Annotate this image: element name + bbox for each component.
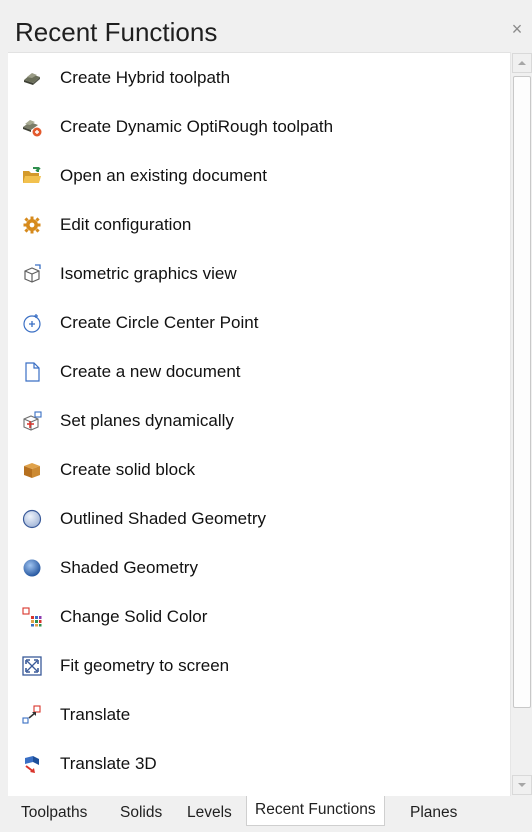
list-item-change-solid-color[interactable]: Change Solid Color [8, 592, 510, 641]
chevron-down-icon [518, 783, 526, 787]
list-item-label: Create Dynamic OptiRough toolpath [60, 116, 334, 136]
list-item-create-hybrid-toolpath[interactable]: Create Hybrid toolpath [8, 53, 510, 102]
tab-toolpaths[interactable]: Toolpaths [21, 796, 87, 826]
scrollbar-thumb[interactable] [513, 76, 531, 708]
vertical-scrollbar[interactable] [510, 52, 532, 796]
outlined-shaded-sphere-icon [22, 509, 42, 529]
tab-levels[interactable]: Levels [187, 796, 232, 826]
list-item-label: Create solid block [60, 459, 196, 479]
panel-title-bar: Recent Functions × [0, 0, 532, 52]
list-item-open-existing-document[interactable]: Open an existing document [8, 151, 510, 200]
new-document-icon [22, 361, 42, 382]
dynamic-planes-icon [22, 410, 42, 431]
tab-recent-functions[interactable]: Recent Functions [246, 796, 385, 826]
shaded-sphere-icon [22, 558, 42, 578]
optirough-toolpath-icon [22, 117, 42, 137]
list-item-translate-3d[interactable]: Translate 3D [8, 739, 510, 788]
fit-screen-icon [22, 655, 42, 676]
recent-functions-panel: Recent Functions × Create Hybrid toolpat… [0, 0, 532, 832]
list-item-create-circle-center-point[interactable]: Create Circle Center Point [8, 298, 510, 347]
list-item-label: Translate [60, 704, 131, 724]
list-item-translate[interactable]: Translate [8, 690, 510, 739]
list-item-label: Create Hybrid toolpath [60, 67, 231, 87]
list-item-label: Translate 3D [60, 753, 157, 773]
color-grid-icon [22, 606, 42, 627]
list-item-label: Create Circle Center Point [60, 312, 259, 332]
translate-3d-icon [22, 754, 42, 774]
list-item-label: Open an existing document [60, 165, 267, 185]
isometric-cube-icon [22, 263, 42, 284]
panel-title: Recent Functions [15, 17, 218, 47]
list-item-isometric-graphics-view[interactable]: Isometric graphics view [8, 249, 510, 298]
list-item-label: Create a new document [60, 361, 241, 381]
bottom-tab-bar: Toolpaths Solids Levels Recent Functions… [0, 796, 532, 832]
list-item-shaded-geometry[interactable]: Shaded Geometry [8, 543, 510, 592]
list-item-set-planes-dynamically[interactable]: Set planes dynamically [8, 396, 510, 445]
scroll-down-button[interactable] [512, 775, 532, 795]
list-item-create-dynamic-optirough-toolpath[interactable]: Create Dynamic OptiRough toolpath [8, 102, 510, 151]
list-item-label: Outlined Shaded Geometry [60, 508, 267, 528]
list-item-label: Edit configuration [60, 214, 192, 234]
list-item-label: Fit geometry to screen [60, 655, 230, 675]
open-folder-icon [22, 166, 42, 186]
scroll-up-button[interactable] [512, 53, 532, 73]
list-item-edit-configuration[interactable]: Edit configuration [8, 200, 510, 249]
list-item-fit-geometry-to-screen[interactable]: Fit geometry to screen [8, 641, 510, 690]
hybrid-toolpath-icon [22, 68, 42, 88]
list-item-outlined-shaded-geometry[interactable]: Outlined Shaded Geometry [8, 494, 510, 543]
gear-icon [22, 215, 42, 235]
translate-icon [22, 704, 42, 725]
list-item-create-new-document[interactable]: Create a new document [8, 347, 510, 396]
close-icon[interactable]: × [506, 18, 528, 40]
chevron-up-icon [518, 61, 526, 65]
list-item-label: Shaded Geometry [60, 557, 198, 577]
solid-block-icon [22, 460, 42, 480]
tab-solids[interactable]: Solids [120, 796, 162, 826]
list-item-create-solid-block[interactable]: Create solid block [8, 445, 510, 494]
list-item-label: Set planes dynamically [60, 410, 234, 430]
circle-center-point-icon [22, 313, 42, 333]
tab-planes[interactable]: Planes [410, 796, 457, 826]
list-item-label: Change Solid Color [60, 606, 208, 626]
list-item-label: Isometric graphics view [60, 263, 237, 283]
function-list: Create Hybrid toolpath Create Dynamic Op… [8, 52, 510, 796]
